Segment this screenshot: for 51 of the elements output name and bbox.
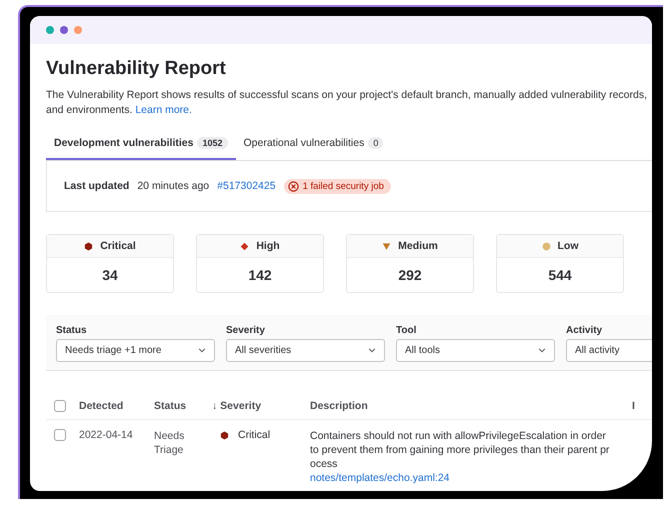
status-text: Needs Triage — [154, 429, 186, 457]
column-header[interactable]: Description — [310, 400, 632, 412]
column-header[interactable]: Detected — [70, 400, 154, 412]
updated-time: 20 minutes ago — [137, 180, 210, 192]
severity-label: Low — [558, 240, 578, 252]
severity-label: Medium — [398, 240, 438, 252]
severity-count: 544 — [547, 266, 573, 285]
filter-label: Severity — [226, 325, 266, 336]
intro-text: The Vulnerability Report shows results of successful scans on your project's default branch, manually added vulnerability records, and environments. Learn more. — [46, 88, 648, 118]
hexagon-icon — [84, 242, 94, 250]
hexagon-icon — [220, 430, 229, 440]
chevron-down-icon — [538, 348, 546, 353]
severity-label: High — [256, 240, 280, 252]
tab[interactable]: Operational vulnerabilities 0 — [236, 129, 392, 160]
severity-count: 292 — [397, 266, 423, 285]
triangle-icon — [382, 242, 392, 250]
last-updated-label: Last updated — [64, 180, 130, 192]
detected-date: 2022-04-14 — [78, 429, 134, 441]
count-badge: 0 — [368, 137, 384, 149]
column-header[interactable]: I — [632, 400, 652, 412]
diamond-icon — [240, 242, 250, 250]
pipeline-link[interactable]: #517302425 — [217, 180, 276, 192]
error-icon — [288, 180, 299, 192]
filter-dropdown[interactable]: All severities — [226, 339, 385, 362]
count-badge: 1052 — [197, 137, 228, 149]
filter-dropdown[interactable]: Needs triage +1 more — [56, 339, 215, 362]
description-text: Containers should not run with allowPrivilegeEscalation in order to prevent them from gaining more privileges than their parent process — [310, 429, 610, 471]
column-header[interactable]: ↓ Severity — [212, 400, 310, 412]
window-dot[interactable] — [60, 26, 68, 34]
window-dot[interactable] — [74, 26, 82, 34]
chevron-down-icon — [368, 348, 376, 353]
failed-job-badge[interactable]: 1 failed security job — [284, 178, 391, 194]
tab[interactable]: Development vulnerabilities 1052 — [46, 129, 236, 160]
learn-more-link[interactable]: Learn more. — [135, 104, 192, 116]
filter-dropdown[interactable]: All activity — [566, 339, 652, 362]
filter-label: Activity — [566, 325, 604, 336]
severity-count: 142 — [247, 266, 273, 285]
select-all-checkbox[interactable] — [54, 400, 66, 412]
file-link[interactable]: notes/templates/echo.yaml:24 — [310, 471, 450, 485]
severity-label: Critical — [100, 240, 136, 252]
filter-label: Tool — [396, 325, 418, 336]
circle-icon — [542, 242, 550, 250]
filter-label: Status — [56, 325, 88, 336]
severity-count: 34 — [101, 266, 119, 285]
severity-text: Critical — [238, 429, 270, 441]
window-dot[interactable] — [46, 26, 54, 34]
filter-dropdown[interactable]: All tools — [396, 339, 555, 362]
chevron-down-icon — [198, 348, 206, 353]
column-header[interactable]: Status — [154, 400, 212, 412]
row-checkbox[interactable] — [54, 429, 66, 441]
page-title: Vulnerability Report — [46, 58, 227, 80]
